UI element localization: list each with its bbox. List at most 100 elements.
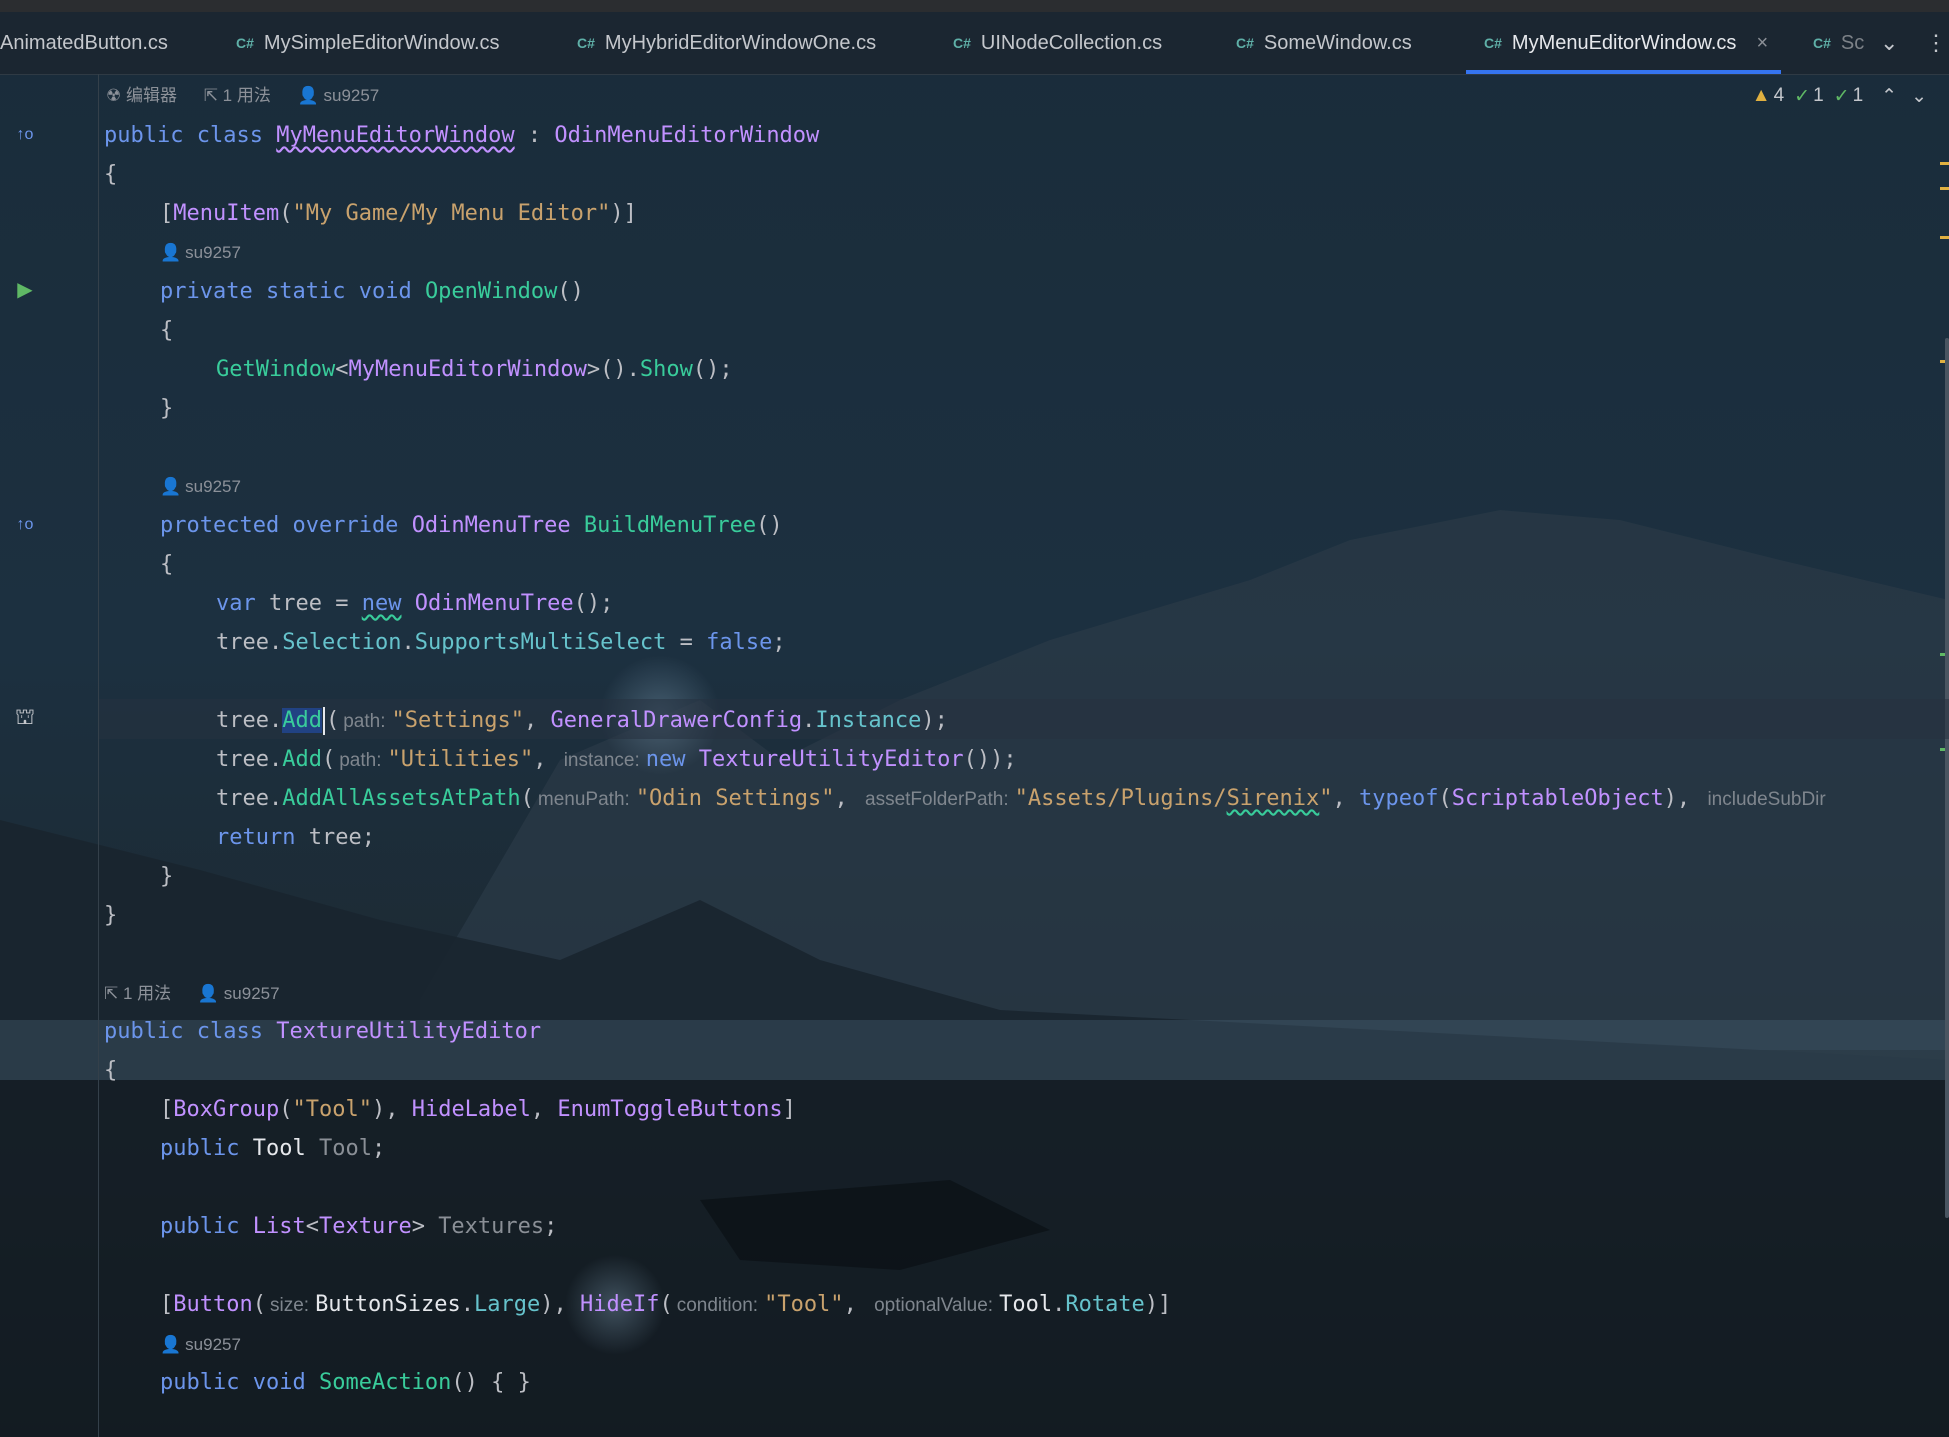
usages-hint[interactable]: ⇱ 1 用法 — [104, 984, 171, 1003]
code-vision-class[interactable]: ☢ 编辑器 ⇱ 1 用法 👤 su9257 — [106, 82, 401, 110]
string-literal: Sirenix — [1226, 786, 1320, 811]
error-stripe-mark[interactable] — [1940, 187, 1949, 190]
keyword: protected — [160, 513, 280, 538]
keyword: void — [358, 279, 412, 304]
vertical-scrollbar[interactable] — [1945, 338, 1949, 1218]
code-line[interactable]: { — [104, 1051, 117, 1090]
csharp-file-icon: C# — [577, 35, 595, 51]
code-line[interactable]: protected override OdinMenuTree BuildMen… — [160, 506, 783, 545]
tab-label: MyHybridEditorWindowOne.cs — [604, 31, 877, 54]
keyword: public — [160, 1136, 240, 1161]
next-highlight-icon[interactable]: ⌄ — [1911, 85, 1927, 108]
author-hint[interactable]: 👤 su9257 — [298, 86, 380, 105]
usages-hint[interactable]: ⇱ 1 用法 — [204, 86, 271, 105]
keyword: override — [292, 513, 399, 538]
author-icon: 👤 — [160, 1335, 182, 1354]
code-line-current[interactable]: tree.Add(path: "Settings", GeneralDrawerC… — [216, 701, 948, 740]
code-line[interactable]: { — [160, 545, 173, 584]
author-label: su9257 — [185, 243, 241, 262]
keyword: new — [361, 591, 402, 616]
editor-tab-bar: AnimatedButton.cs C# MySimpleEditorWindo… — [0, 12, 1949, 75]
tab-ui-node-collection[interactable]: C# UINodeCollection.cs — [953, 12, 1193, 74]
class-name: Texture — [318, 1214, 412, 1239]
tab-my-hybrid-editor-window-one[interactable]: C# MyHybridEditorWindowOne.cs — [577, 12, 917, 74]
run-method-icon[interactable]: ▶ — [12, 276, 38, 302]
error-stripe-mark[interactable] — [1940, 236, 1949, 239]
editor-hint[interactable]: ☢ 编辑器 — [106, 86, 177, 105]
code-line[interactable]: GetWindow<MyMenuEditorWindow>().Show(); — [216, 350, 733, 389]
code-line[interactable]: { — [160, 311, 173, 350]
parameter-hint: condition: — [676, 1295, 759, 1316]
variable: tree — [269, 591, 322, 616]
code-line[interactable]: [BoxGroup("Tool"), HideLabel, EnumToggle… — [160, 1090, 796, 1129]
variable: tree — [216, 747, 269, 772]
attribute-name: HideLabel — [411, 1097, 531, 1122]
code-line[interactable]: public Tool Tool; — [160, 1129, 385, 1168]
code-vision-author[interactable]: 👤 su9257 — [160, 239, 263, 267]
attribute-name: HideIf — [580, 1292, 660, 1317]
code-line[interactable]: tree.Selection.SupportsMultiSelect = fal… — [216, 623, 786, 662]
tab-my-menu-editor-window[interactable]: C# MyMenuEditorWindow.cs × — [1466, 12, 1781, 74]
tab-some-window[interactable]: C# SomeWindow.cs — [1236, 12, 1436, 74]
class-name: ScriptableObject — [1451, 786, 1664, 811]
class-name: OdinMenuTree — [411, 513, 571, 538]
field-name: Tool — [318, 1136, 372, 1161]
override-method-icon[interactable]: ↑o — [12, 512, 38, 538]
usages-label: 1 用法 — [122, 984, 172, 1003]
property: Selection — [282, 630, 402, 655]
code-line[interactable]: } — [104, 896, 117, 935]
previous-highlight-icon[interactable]: ⌃ — [1881, 85, 1897, 108]
tab-menu-icon[interactable]: ⋮ — [1925, 12, 1947, 74]
code-vision-author[interactable]: 👤 su9257 — [160, 1331, 263, 1359]
variable: tree — [308, 825, 362, 850]
usages-label: 1 用法 — [222, 86, 271, 105]
keyword: static — [265, 279, 346, 304]
class-name: List — [252, 1214, 306, 1239]
inspection-widget[interactable]: ▲ 4 ✓ 1 ✓ 1 ⌃ ⌄ — [1742, 82, 1927, 110]
keyword: typeof — [1359, 786, 1439, 811]
method-name: AddAllAssetsAtPath — [282, 786, 521, 811]
code-line[interactable]: public class MyMenuEditorWindow : OdinMe… — [104, 116, 819, 155]
tab-animated-button[interactable]: AnimatedButton.cs — [0, 12, 190, 74]
code-line[interactable]: } — [160, 389, 173, 428]
code-line[interactable]: tree.Add(path: "Utilities", instance: new … — [216, 740, 1017, 779]
string-literal: "Utilities" — [387, 747, 534, 772]
code-line[interactable]: public List<Texture> Textures; — [160, 1207, 557, 1246]
class-name: GeneralDrawerConfig — [550, 708, 803, 733]
string-literal: "Tool" — [764, 1292, 844, 1317]
string-literal: "Tool" — [292, 1097, 372, 1122]
code-line[interactable]: } — [160, 857, 173, 896]
code-line[interactable]: [Button(size: ButtonSizes.Large), HideIf(… — [160, 1285, 1171, 1324]
warning-icon: ▲ — [1751, 85, 1771, 106]
keyword: var — [216, 591, 256, 616]
keyword: void — [252, 1370, 306, 1395]
code-line[interactable]: tree.AddAllAssetsAtPath(menuPath: "Odin S… — [216, 779, 1832, 818]
csharp-file-icon: C# — [953, 35, 971, 51]
more-tabs-chevron-down-icon[interactable]: ⌄ — [1880, 12, 1898, 74]
code-line[interactable]: [MenuItem("My Game/My Menu Editor")] — [160, 194, 637, 233]
author-hint[interactable]: 👤 su9257 — [198, 984, 280, 1003]
warning-count: 4 — [1773, 85, 1785, 106]
close-tab-icon[interactable]: × — [1756, 32, 1768, 55]
tab-sc-truncated[interactable]: C# Sc — [1813, 12, 1865, 74]
tab-my-simple-editor-window[interactable]: C# MySimpleEditorWindow.cs — [236, 12, 536, 74]
code-line[interactable]: return tree; — [216, 818, 375, 857]
code-line[interactable]: var tree = new OdinMenuTree(); — [216, 584, 613, 623]
attribute-name: MenuItem — [173, 201, 280, 226]
code-line[interactable]: { — [104, 155, 117, 194]
string-literal: "Assets/Plugins/ — [1014, 786, 1227, 811]
implements-interface-icon[interactable]: ↑o — [12, 122, 38, 148]
author-label: su9257 — [323, 86, 380, 105]
field-name: Textures — [438, 1214, 545, 1239]
error-stripe-mark[interactable] — [1940, 162, 1949, 165]
code-vision-class-2[interactable]: ⇱ 1 用法 👤 su9257 — [104, 980, 302, 1008]
code-line[interactable]: private static void OpenWindow() — [160, 272, 584, 311]
code-vision-author[interactable]: 👤 su9257 — [160, 473, 263, 501]
text-caret — [322, 707, 325, 735]
keyword: public — [160, 1370, 240, 1395]
double-check-icon: ✓ — [1833, 85, 1850, 107]
cleanup-broom-icon[interactable]: ⛫ — [12, 704, 38, 731]
code-line[interactable]: public class TextureUtilityEditor — [104, 1012, 541, 1051]
code-line[interactable]: public void SomeAction() { } — [160, 1363, 531, 1402]
author-label: su9257 — [223, 984, 280, 1003]
